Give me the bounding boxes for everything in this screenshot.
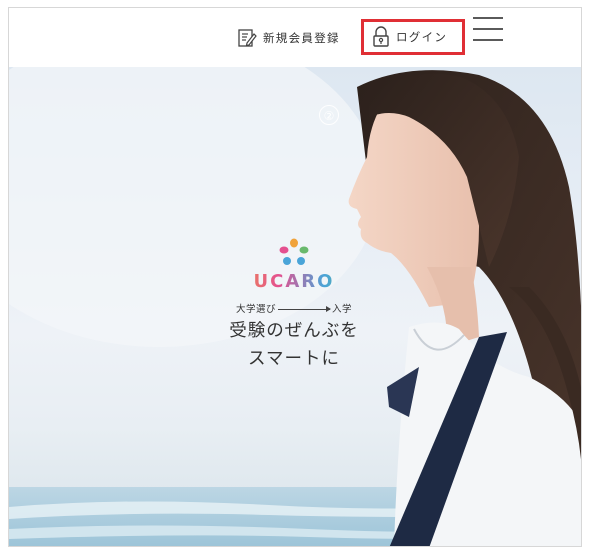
register-label: 新規会員登録 xyxy=(263,31,340,45)
ucaro-logo-icon xyxy=(279,238,309,265)
brand-block: UCARO 大学選び 入学 受験のぜんぶを スマートに xyxy=(219,237,369,371)
login-button[interactable]: ログイン xyxy=(361,19,465,55)
hero-banner[interactable]: ② UCARO 大学選び 入学 受験のぜんぶを スマートに xyxy=(9,67,581,546)
site-header: 新規会員登録 ログイン xyxy=(9,8,581,67)
menu-bar xyxy=(473,28,503,30)
tagline-line-1: 受験のぜんぶを xyxy=(229,321,359,341)
login-label: ログイン xyxy=(396,30,448,44)
browser-viewport: 新規会員登録 ログイン ② UCARO 大学選び 入学 受験のぜんぶを スマート… xyxy=(8,7,582,547)
arrow-icon xyxy=(278,306,331,312)
menu-bar xyxy=(473,39,503,41)
padlock-icon xyxy=(373,26,389,47)
sub-caption-right: 入学 xyxy=(332,304,353,315)
tagline-line-2: スマートに xyxy=(248,349,340,369)
slide-number-badge: ② xyxy=(319,105,339,125)
register-link[interactable]: 新規会員登録 xyxy=(237,28,340,48)
sub-caption-left: 大学選び xyxy=(235,304,276,315)
menu-bar xyxy=(473,17,503,19)
sub-caption: 大学選び 入学 xyxy=(219,301,369,315)
logo-wordmark: UCARO xyxy=(219,271,369,292)
register-doc-icon xyxy=(238,29,257,47)
hamburger-menu-icon[interactable] xyxy=(473,15,503,41)
